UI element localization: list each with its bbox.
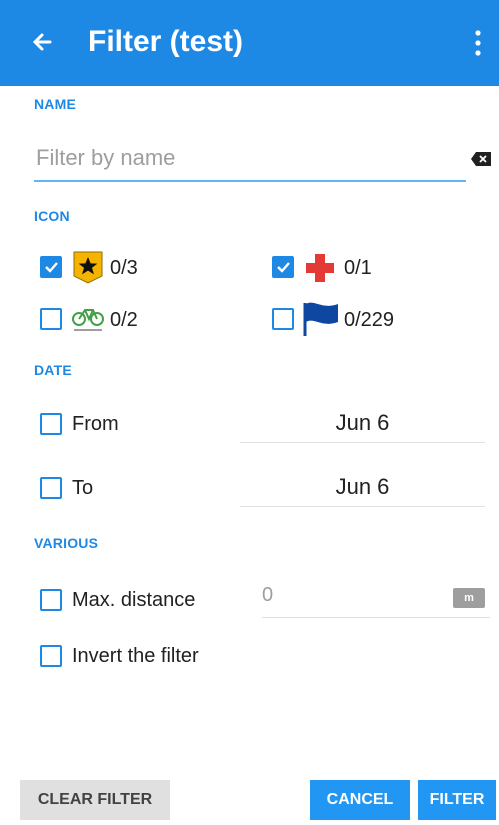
red-cross-icon <box>304 252 336 289</box>
date-to-label: To <box>72 477 94 499</box>
app-bar: Filter (test) <box>0 0 499 86</box>
section-date-heading: DATE <box>34 362 72 378</box>
name-filter-input[interactable] <box>34 136 434 180</box>
date-to-value[interactable]: Jun 6 <box>240 474 485 500</box>
blue-flag-icon <box>302 300 342 343</box>
icon-filter-checkbox-flag[interactable] <box>272 308 294 330</box>
filter-button[interactable]: FILTER <box>418 780 496 820</box>
date-to-underline <box>240 506 485 507</box>
icon-filter-count: 0/1 <box>344 257 372 279</box>
section-name-heading: NAME <box>34 96 77 112</box>
date-from-label: From <box>72 413 119 435</box>
icon-filter-count: 0/229 <box>344 309 395 331</box>
date-from-underline <box>240 442 485 443</box>
date-from-value[interactable]: Jun 6 <box>240 410 485 436</box>
icon-filter-checkbox-cross[interactable] <box>272 256 294 278</box>
clear-text-icon[interactable] <box>471 152 491 166</box>
icon-filter-count: 0/3 <box>110 257 138 279</box>
bicycle-icon <box>70 304 106 339</box>
section-various-heading: VARIOUS <box>34 535 99 551</box>
date-from-checkbox[interactable] <box>40 413 62 435</box>
invert-filter-checkbox[interactable] <box>40 645 62 667</box>
section-icon-heading: ICON <box>34 208 70 224</box>
back-arrow-icon[interactable] <box>30 24 60 60</box>
icon-filter-checkbox-bicycle[interactable] <box>40 308 62 330</box>
page-title: Filter (test) <box>88 25 244 58</box>
clear-filter-button[interactable]: CLEAR FILTER <box>20 780 170 820</box>
cancel-button[interactable]: CANCEL <box>310 780 410 820</box>
max-distance-label: Max. distance <box>72 589 196 611</box>
more-vert-icon[interactable] <box>470 26 486 60</box>
date-to-checkbox[interactable] <box>40 477 62 499</box>
name-filter-field <box>34 136 491 182</box>
max-distance-value: 0 <box>262 584 274 606</box>
invert-filter-label: Invert the filter <box>72 645 199 667</box>
max-distance-checkbox[interactable] <box>40 589 62 611</box>
star-marker-icon <box>72 250 104 289</box>
icon-filter-checkbox-star[interactable] <box>40 256 62 278</box>
icon-filter-count: 0/2 <box>110 309 138 331</box>
distance-unit-badge[interactable]: m <box>453 588 485 608</box>
